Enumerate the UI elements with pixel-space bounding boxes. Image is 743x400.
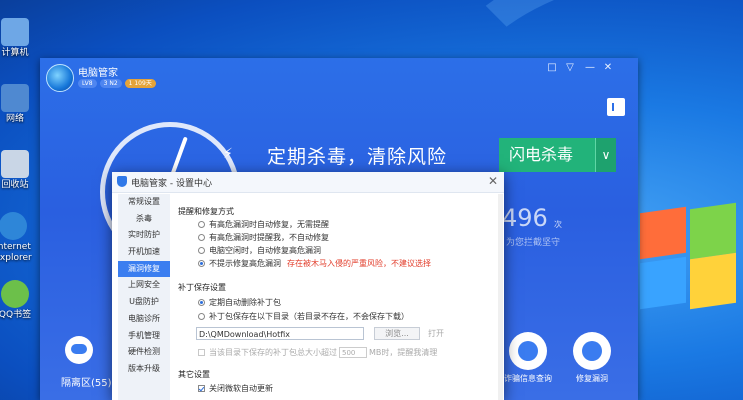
level-badge[interactable]: LV8 [78,79,97,88]
radio-button[interactable] [198,221,205,228]
section-title-other: 其它设置 [178,370,210,379]
radio-label: 电脑空闲时，自动修复高危漏洞 [209,246,321,255]
computer-icon [1,18,29,46]
desktop-icon-label: 网络 [5,114,24,124]
sidebar-item-phone-manager[interactable]: 手机管理 [118,328,170,345]
tool-label: 诈骗信息查询 [504,374,552,383]
quarantine-icon[interactable] [65,336,93,364]
desktop-icon-computer[interactable]: 计算机 [0,18,36,59]
size-limit-option[interactable]: 当该目录下保存的补丁包总大小超过 500 MB时，提醒我清理 [198,347,437,358]
dialog-close-button[interactable]: ✕ [488,174,498,188]
checkbox-label: 关闭微软自动更新 [209,384,273,393]
windows-fix-icon [573,332,611,370]
tool-fraud-check[interactable]: 诈骗信息查询 [500,332,556,384]
quarantine-link[interactable]: 隔离区(55) [61,374,112,389]
patch-path-input[interactable]: D:\QMDownload\Hotfix [196,327,364,340]
sidebar-item-upgrade[interactable]: 版本升级 [118,361,170,378]
scan-options-dropdown[interactable]: ∨ [595,138,616,172]
size-limit-input[interactable]: 500 [339,347,367,358]
desktop-icon-network[interactable]: 网络 [0,84,36,125]
radio-label: 有高危漏洞时自动修复，无需提醒 [209,220,329,229]
tool-fix-vulnerability[interactable]: 修复漏洞 [564,332,620,384]
radio-button[interactable] [198,247,205,254]
slogan: 定期杀毒，清除风险 [267,146,448,168]
radio-save-patches[interactable]: 补丁包保存在以下目录（若目录不存在，不会保存下载） [198,311,409,322]
internet-explorer-icon [0,212,27,240]
recycle-bin-icon [1,150,29,178]
sidebar-item-usb-protection[interactable]: U盘防护 [118,294,170,311]
spark-icon: ⚡ [223,146,233,162]
section-title-repair-mode: 提醒和修复方式 [178,207,234,216]
open-folder-link[interactable]: 打开 [428,328,444,339]
size-limit-prefix: 当该目录下保存的补丁包总大小超过 [209,348,337,357]
level-badges: LV8 3 N2 1 109天 [78,79,156,88]
radio-no-prompt[interactable]: 不提示修复高危漏洞 存在被木马入侵的严重风险，不建议选择 [198,258,431,269]
sidebar-item-antivirus[interactable]: 杀毒 [118,211,170,228]
menu-icon[interactable]: ▽ [564,62,576,73]
protected-caption: 为您拦截坚守 [506,238,561,248]
radio-label: 不提示修复高危漏洞 [209,259,281,268]
tool-label: 修复漏洞 [576,374,608,383]
days-badge[interactable]: 1 109天 [124,79,156,88]
sidebar-item-web-security[interactable]: 上网安全 [118,277,170,294]
pc-manager-logo-icon [46,64,74,92]
network-icon [1,84,29,112]
radio-label: 定期自动删除补丁包 [209,298,281,307]
settings-sidebar: 常规设置 杀毒 实时防护 开机加速 漏洞修复 上网安全 U盘防护 电脑诊所 手机… [118,194,170,400]
vip-badge[interactable]: 3 N2 [99,79,122,88]
desktop-icon-qq-bookmark[interactable]: QQ书签 [0,280,36,321]
app-title: 电脑管家 [78,68,118,79]
checkbox[interactable] [198,349,205,356]
shield-icon [117,176,127,187]
radio-button-selected[interactable] [198,299,205,306]
dialog-title: 电脑管家 - 设置中心 [131,179,212,189]
flash-scan-button[interactable]: 闪电杀毒 [499,138,595,172]
sidebar-item-boot-speedup[interactable]: 开机加速 [118,244,170,261]
settings-content: 提醒和修复方式 有高危漏洞时自动修复，无需提醒 有高危漏洞时提醒我，不自动修复 … [178,194,498,400]
settings-dialog: 电脑管家 - 设置中心 ✕ 常规设置 杀毒 实时防护 开机加速 漏洞修复 上网安… [112,172,504,400]
desktop-icon-label: Internet Explorer [0,242,32,263]
qq-bookmark-icon [1,280,29,308]
desktop-icon-label: 回收站 [1,180,29,190]
browse-button[interactable]: 浏览... [374,327,420,340]
magnifier-icon [509,332,547,370]
protected-count-unit: 次 [554,220,562,229]
sidebar-item-pc-clinic[interactable]: 电脑诊所 [118,311,170,328]
radio-auto-fix[interactable]: 有高危漏洞时自动修复，无需提醒 [198,219,329,230]
checkbox-disable-ms-update[interactable]: 关闭微软自动更新 [198,383,273,394]
sidebar-item-vulnerability-fix[interactable]: 漏洞修复 [118,260,170,278]
skin-icon[interactable]: □ [546,62,558,73]
radio-label: 有高危漏洞时提醒我，不自动修复 [209,233,329,242]
desktop-icon-recycle-bin[interactable]: 回收站 [0,150,36,191]
checkbox-checked[interactable] [198,385,205,392]
section-title-patch-storage: 补丁保存设置 [178,283,226,292]
sidebar-item-realtime-protection[interactable]: 实时防护 [118,227,170,244]
radio-remind-only[interactable]: 有高危漏洞时提醒我，不自动修复 [198,232,329,243]
windows-logo [640,202,740,400]
protected-count: 496 [502,204,548,232]
desktop-icon-label: 计算机 [1,48,29,58]
radio-button[interactable] [198,313,205,320]
radio-button[interactable] [198,234,205,241]
radio-label: 补丁包保存在以下目录（若目录不存在，不会保存下载） [209,312,409,321]
sidebar-item-general[interactable]: 常规设置 [118,194,170,211]
desktop-icon-label: QQ书签 [0,310,32,320]
dialog-titlebar[interactable]: 电脑管家 - 设置中心 ✕ [112,172,504,193]
radio-button-selected[interactable] [198,260,205,267]
size-limit-suffix: MB时，提醒我清理 [369,348,438,357]
risk-warning: 存在被木马入侵的严重风险，不建议选择 [287,259,431,268]
desktop-icon-ie[interactable]: Internet Explorer [0,212,34,264]
sidebar-item-hardware-check[interactable]: 硬件检测 [118,344,170,361]
minimize-button[interactable]: — [584,62,596,73]
mini-mode-icon[interactable] [607,98,625,116]
radio-idle-fix[interactable]: 电脑空闲时，自动修复高危漏洞 [198,245,321,256]
dialog-scrollbar[interactable] [498,194,503,400]
close-button[interactable]: ✕ [602,62,614,73]
radio-auto-delete-patches[interactable]: 定期自动删除补丁包 [198,297,281,308]
